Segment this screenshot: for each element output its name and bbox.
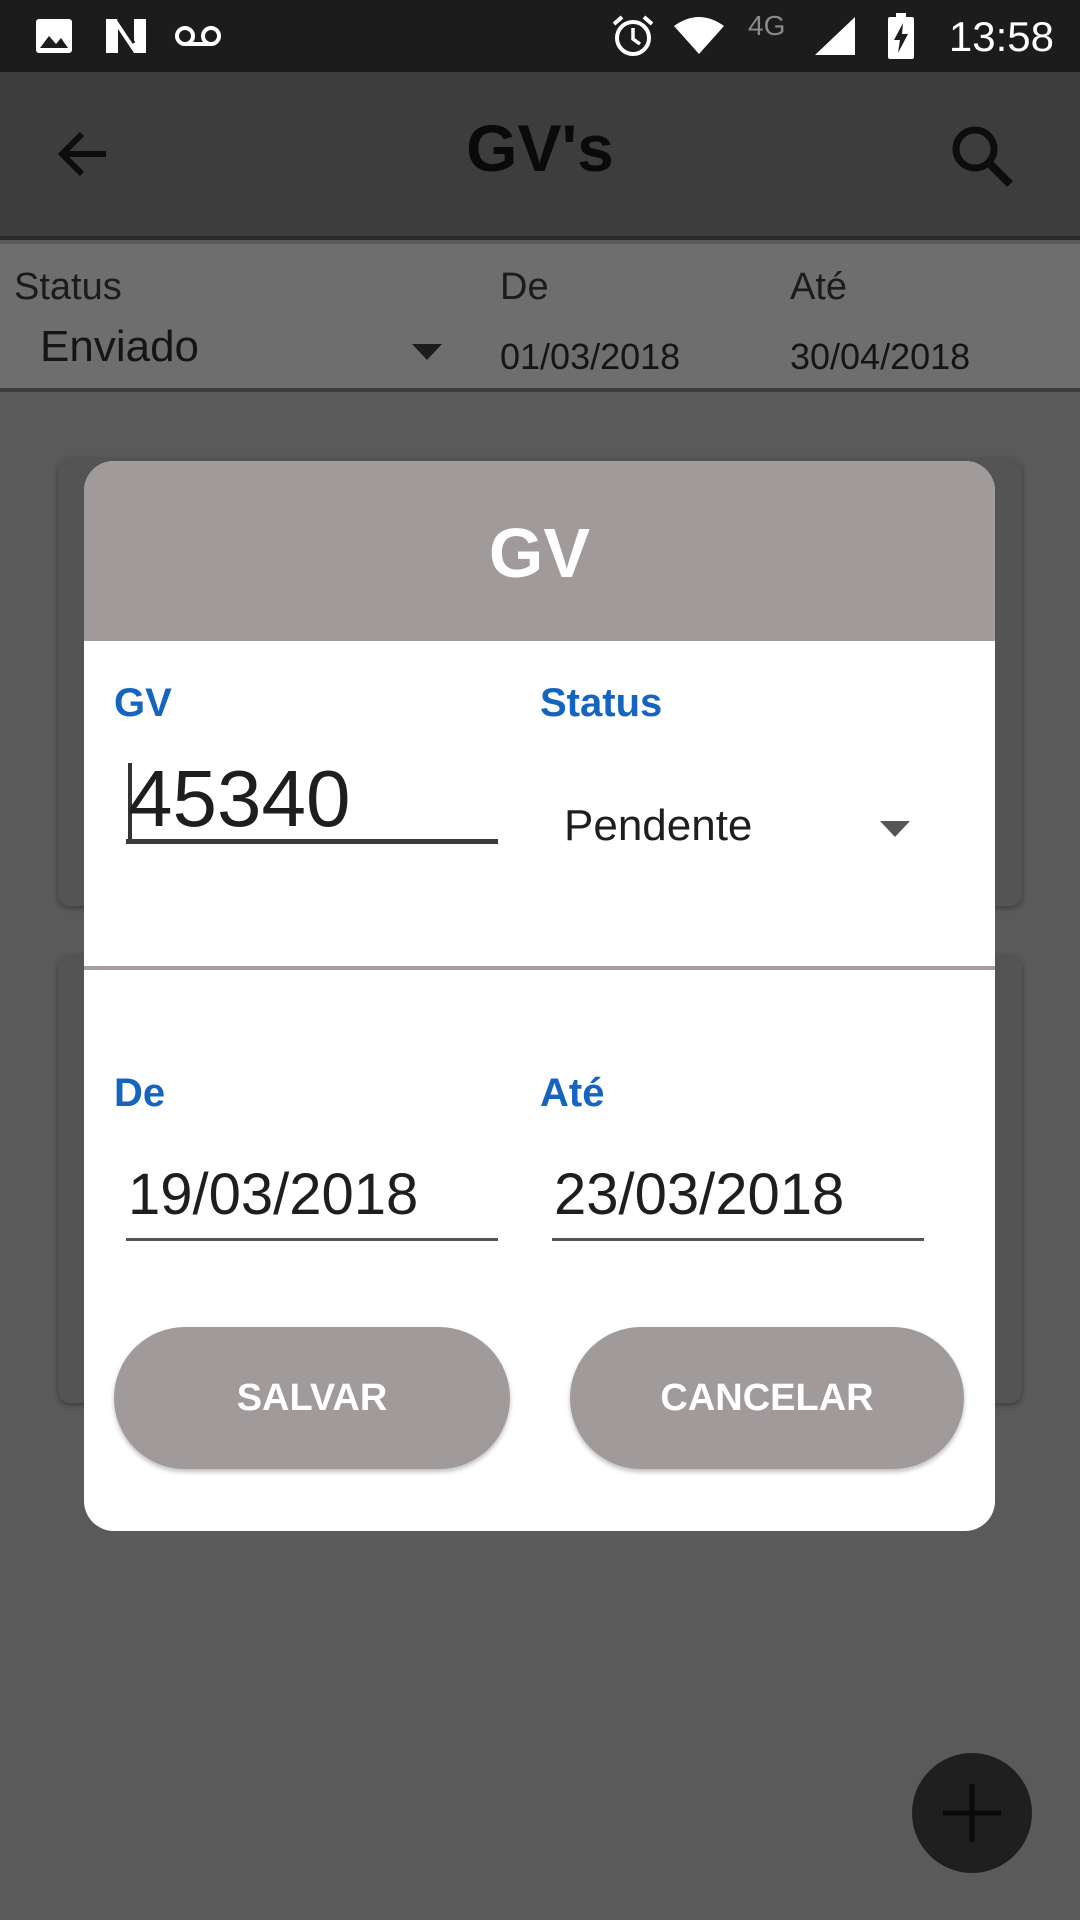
to-label: Até: [540, 1071, 605, 1115]
chevron-down-icon: [880, 821, 910, 837]
from-label: De: [114, 1071, 166, 1115]
filter-to-label: Até: [790, 266, 848, 308]
alarm-icon: [610, 14, 656, 58]
filter-from-date[interactable]: 01/03/2018: [500, 336, 680, 378]
battery-charging-icon: [886, 13, 916, 59]
to-date-underline: [552, 1238, 924, 1241]
dialog-title: GV: [488, 514, 591, 592]
from-date-underline: [126, 1238, 498, 1241]
gv-dialog: GV GV 45340 Status Pendente De 19/03/201…: [84, 461, 995, 1531]
gv-label: GV: [114, 681, 172, 725]
n-icon: [104, 14, 148, 58]
save-button[interactable]: SALVAR: [114, 1327, 510, 1469]
status-select[interactable]: Pendente: [564, 801, 964, 861]
add-button[interactable]: [912, 1753, 1032, 1873]
to-date-value: 23/03/2018: [554, 1162, 845, 1227]
search-button[interactable]: [948, 122, 1018, 192]
gv-value: 45340: [128, 754, 351, 843]
cancel-button[interactable]: CANCELAR: [570, 1327, 964, 1469]
to-date-field[interactable]: 23/03/2018: [552, 1161, 924, 1243]
wifi-icon: [672, 14, 726, 58]
chevron-down-icon: [412, 344, 442, 360]
status-label: Status: [540, 681, 663, 725]
image-icon: [34, 14, 74, 58]
status-bar: 4G 13:58: [0, 0, 1080, 72]
gv-underline: [126, 839, 498, 844]
signal-icon: [812, 14, 858, 58]
from-date-field[interactable]: 19/03/2018: [126, 1161, 498, 1243]
plus-icon: [943, 1784, 1001, 1842]
clock: 13:58: [948, 13, 1054, 60]
filter-status-select[interactable]: Enviado: [14, 322, 454, 382]
dialog-header: GV: [84, 461, 995, 641]
filter-status-value: Enviado: [40, 322, 200, 371]
voicemail-icon: [174, 14, 222, 58]
search-icon: [952, 126, 1013, 187]
filter-from-label: De: [500, 266, 549, 308]
filter-status-label: Status: [14, 266, 122, 308]
filter-to-date[interactable]: 30/04/2018: [790, 336, 970, 378]
page-title: GV's: [466, 111, 614, 185]
dialog-divider: [84, 966, 995, 970]
from-date-value: 19/03/2018: [128, 1162, 419, 1227]
status-value: Pendente: [564, 801, 753, 850]
app-bar: GV's: [0, 72, 1080, 240]
filter-bar: Status Enviado De 01/03/2018 Até 30/04/2…: [0, 244, 1080, 392]
network-type-label: 4G: [748, 10, 786, 41]
gv-input[interactable]: 45340: [126, 754, 498, 844]
